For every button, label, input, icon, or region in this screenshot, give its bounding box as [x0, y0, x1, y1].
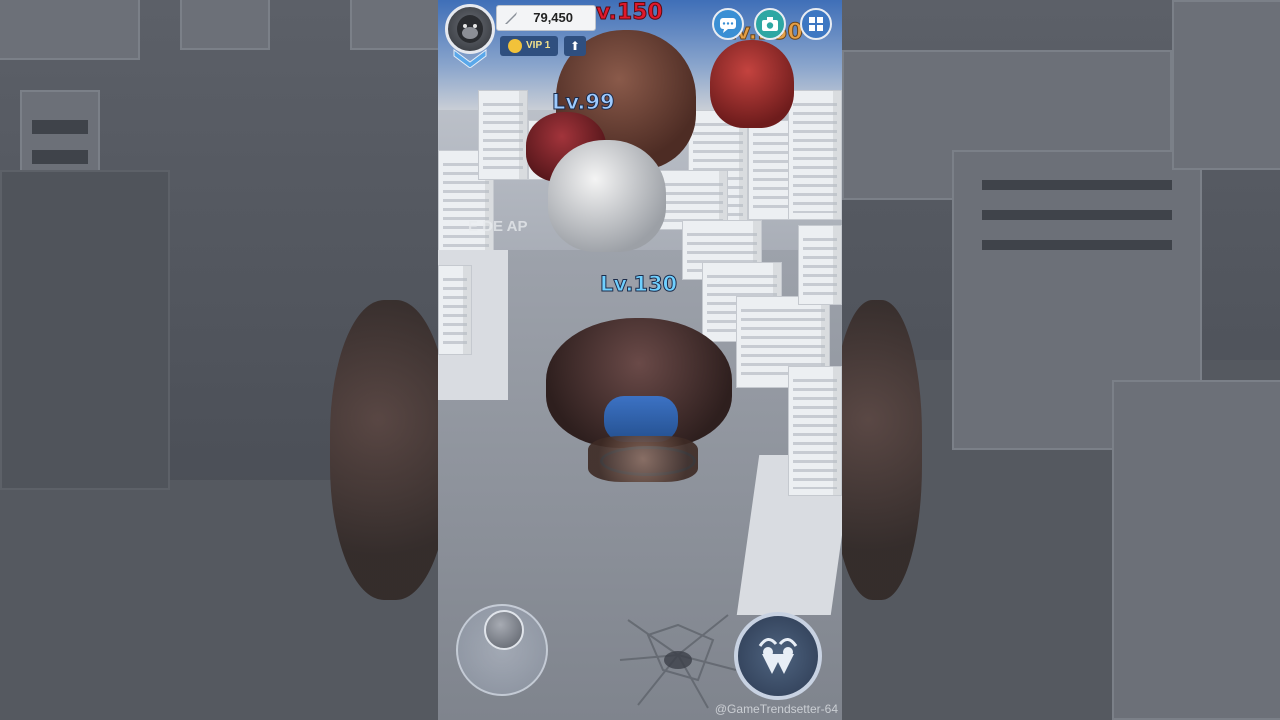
white-armored-beast-enemy[interactable] — [548, 140, 666, 252]
menu-button[interactable] — [800, 8, 832, 40]
enemy-level-label: Lv.99 — [552, 90, 616, 115]
player-feet — [588, 436, 698, 482]
grid-menu-icon — [809, 17, 823, 31]
vip-label: VIP 1 — [526, 40, 551, 51]
camera-icon — [762, 17, 778, 31]
player-level-label: Lv.130 — [599, 272, 678, 297]
player-avatar[interactable] — [445, 4, 495, 54]
score-display: 79,450 — [496, 5, 596, 31]
building — [798, 225, 842, 305]
watermark: @GameTrendsetter-64 — [714, 702, 838, 716]
vip-crown-icon — [508, 39, 522, 53]
score-value: 79,450 — [533, 10, 573, 25]
building — [438, 265, 472, 355]
ground-crack — [619, 614, 737, 709]
chat-icon — [720, 18, 736, 33]
rank-chevron-icon — [453, 49, 487, 68]
building — [788, 90, 842, 220]
joystick-knob[interactable] — [484, 610, 524, 650]
camera-button[interactable] — [754, 8, 786, 40]
building — [788, 366, 842, 496]
red-gorilla-enemy[interactable] — [710, 40, 794, 128]
chat-button[interactable] — [712, 8, 744, 40]
enemy-level-label: v.150 — [596, 0, 664, 26]
game-viewport[interactable]: v.150 Lv.150 Lv.99 Lv.130 E DE AP 79,450… — [438, 0, 842, 720]
building — [478, 90, 528, 180]
blurred-background-left — [0, 0, 438, 720]
vip-badge[interactable]: VIP 1 — [500, 36, 558, 56]
attack-button[interactable] — [734, 612, 822, 700]
claws-attack-icon — [758, 638, 798, 674]
upgrade-button[interactable]: ⬆ — [564, 36, 586, 56]
blurred-background-right — [842, 0, 1280, 720]
gorilla-face-icon — [457, 15, 483, 43]
sword-icon — [505, 12, 517, 24]
faded-overlay-text: E DE AP — [468, 218, 528, 235]
